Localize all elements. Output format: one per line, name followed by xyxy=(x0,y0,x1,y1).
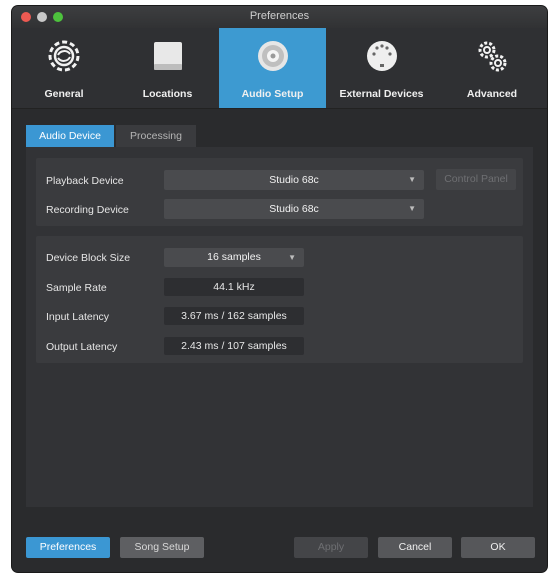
audio-settings-group: Device Block Size 16 samples ▼ Sample Ra… xyxy=(36,236,523,363)
input-latency-value: 3.67 ms / 162 samples xyxy=(164,307,304,325)
input-latency-label: Input Latency xyxy=(46,311,110,323)
playback-device-label: Playback Device xyxy=(46,175,124,187)
toolbar-item-locations[interactable]: Locations xyxy=(116,28,219,108)
toolbar-label-general: General xyxy=(44,88,84,100)
recording-device-label: Recording Device xyxy=(46,204,129,216)
sample-rate-label: Sample Rate xyxy=(46,282,107,294)
control-panel-button[interactable]: Control Panel xyxy=(436,169,516,190)
chevron-down-icon: ▼ xyxy=(408,204,416,213)
preferences-toolbar: General Locations Audio Setup External D… xyxy=(12,28,547,109)
output-latency-label: Output Latency xyxy=(46,341,118,353)
tab-audio-device[interactable]: Audio Device xyxy=(26,125,114,147)
chevron-down-icon: ▼ xyxy=(408,175,416,184)
sample-rate-value: 44.1 kHz xyxy=(164,278,304,296)
title-bar: Preferences xyxy=(12,6,547,28)
tab-processing[interactable]: Processing xyxy=(116,125,196,147)
toolbar-item-general[interactable]: General xyxy=(12,28,116,108)
gear-sync-icon xyxy=(48,40,80,72)
preferences-button[interactable]: Preferences xyxy=(26,537,110,558)
toolbar-item-advanced[interactable]: Advanced xyxy=(437,28,547,108)
speaker-icon xyxy=(257,41,288,71)
toolbar-item-audio-setup[interactable]: Audio Setup xyxy=(219,28,326,108)
toolbar-label-audio-setup: Audio Setup xyxy=(241,88,304,100)
block-size-value: 16 samples xyxy=(207,251,261,263)
cancel-button[interactable]: Cancel xyxy=(378,537,452,558)
song-setup-button[interactable]: Song Setup xyxy=(120,537,204,558)
playback-device-select[interactable]: Studio 68c ▼ xyxy=(164,170,424,190)
chevron-down-icon: ▼ xyxy=(288,253,296,262)
ok-button[interactable]: OK xyxy=(461,537,535,558)
window-title: Preferences xyxy=(249,10,310,22)
block-size-select[interactable]: 16 samples ▼ xyxy=(164,248,304,267)
playback-device-value: Studio 68c xyxy=(269,174,319,186)
drive-icon xyxy=(153,42,182,70)
apply-button[interactable]: Apply xyxy=(294,537,368,558)
midi-port-icon xyxy=(366,41,397,71)
recording-device-value: Studio 68c xyxy=(269,203,319,215)
toolbar-item-external-devices[interactable]: External Devices xyxy=(326,28,437,108)
preferences-window: Preferences General Locations Audio Setu… xyxy=(12,6,547,572)
toolbar-label-locations: Locations xyxy=(142,88,193,100)
block-size-label: Device Block Size xyxy=(46,252,131,264)
audio-device-panel: Playback Device Studio 68c ▼ Control Pan… xyxy=(26,147,533,507)
toolbar-label-advanced: Advanced xyxy=(466,88,518,100)
recording-device-select[interactable]: Studio 68c ▼ xyxy=(164,199,424,219)
output-latency-value: 2.43 ms / 107 samples xyxy=(164,337,304,355)
device-selection-group: Playback Device Studio 68c ▼ Control Pan… xyxy=(36,158,523,226)
gears-icon xyxy=(478,41,507,72)
toolbar-label-external-devices: External Devices xyxy=(339,88,424,100)
